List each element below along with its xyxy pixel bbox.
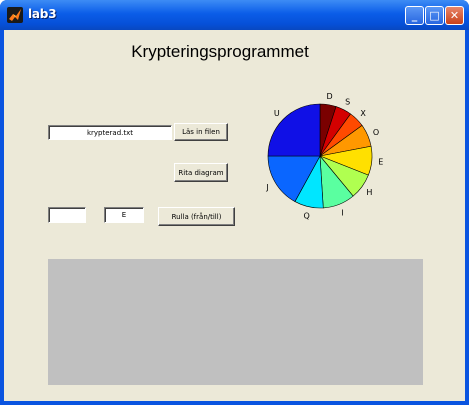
draw-chart-button[interactable]: Rita diagram [174,163,228,182]
shift-button[interactable]: Rulla (från/till) [158,207,235,226]
pie-label-u: U [274,109,280,118]
page-title: Krypteringsprogrammet [131,42,309,61]
minimize-button[interactable]: _ [405,6,424,25]
pie-label-q: Q [304,212,310,221]
output-panel [48,259,423,385]
window-title: lab3 [28,7,57,21]
pie-label-e: E [378,158,383,167]
pie-label-d: D [326,92,332,101]
pie-label-o: O [373,128,379,137]
app-window: lab3 _ □ ✕ Krypteringsprogrammet krypter… [0,0,469,405]
file-name-input[interactable]: krypterad.txt [48,125,172,140]
maximize-button[interactable]: □ [425,6,444,25]
close-button[interactable]: ✕ [445,6,464,25]
shift-from-input[interactable] [48,207,86,223]
load-file-button[interactable]: Läs in filen [174,123,228,141]
pie-label-s: S [345,98,350,107]
shift-to-input[interactable]: E [104,207,144,223]
pie-label-x: X [360,109,366,118]
pie-label-j: J [265,183,268,192]
letter-frequency-pie-chart: D S X O E H I Q J U [254,82,394,227]
title-bar[interactable]: lab3 _ □ ✕ [0,0,469,30]
matlab-logo-icon[interactable] [7,7,23,23]
pie-label-i: I [341,209,343,218]
close-icon: ✕ [449,9,460,22]
maximize-icon: □ [429,9,440,22]
figure-client-area: Krypteringsprogrammet krypterad.txt Läs … [4,30,465,401]
pie-label-h: H [366,188,372,197]
minimize-icon: _ [411,9,418,22]
